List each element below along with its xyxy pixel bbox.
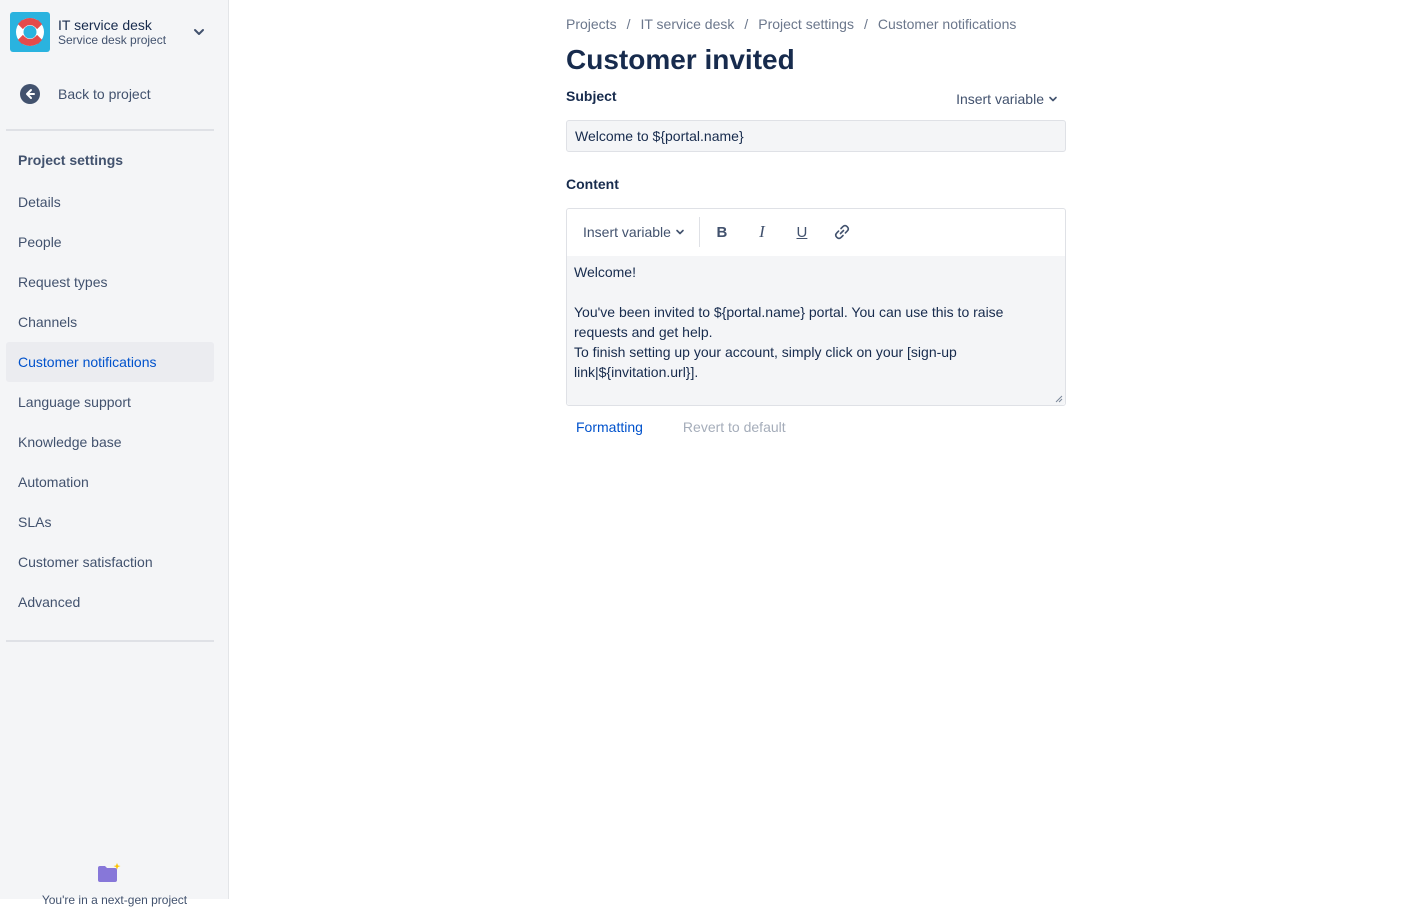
sidebar-item-language-support[interactable]: Language support [6,382,214,422]
project-sidebar: IT service desk Service desk project Bac… [0,0,229,907]
sidebar-item-request-types[interactable]: Request types [6,262,214,302]
editor-toolbar: Insert variable B I U [567,209,1065,255]
toolbar-insert-variable-label: Insert variable [583,224,671,240]
settings-nav: Details People Request types Channels Cu… [6,182,214,622]
section-title: Project settings [18,152,124,168]
underline-button[interactable]: U [786,216,818,248]
subject-input[interactable] [566,120,1066,152]
resize-handle-icon[interactable] [1055,395,1063,403]
next-gen-project-text: You're in a next-gen project [41,893,188,907]
sidebar-item-people[interactable]: People [6,222,214,262]
toolbar-insert-variable-dropdown[interactable]: Insert variable [575,216,693,248]
project-name: IT service desk [58,17,152,33]
sidebar-item-channels[interactable]: Channels [6,302,214,342]
sidebar-item-slas[interactable]: SLAs [6,502,214,542]
link-button[interactable] [826,216,858,248]
divider [6,129,214,131]
formatting-link[interactable]: Formatting [576,419,643,435]
toolbar-divider [698,217,700,247]
subject-insert-variable-dropdown[interactable]: Insert variable [956,91,1058,107]
breadcrumb-projects[interactable]: Projects [566,16,617,32]
back-to-project-link[interactable]: Back to project [18,82,151,106]
back-link-label: Back to project [58,86,151,102]
italic-button[interactable]: I [746,216,778,248]
chevron-down-icon [1049,96,1057,102]
breadcrumb-project-settings[interactable]: Project settings [758,16,854,32]
sidebar-item-knowledge-base[interactable]: Knowledge base [6,422,214,462]
breadcrumb-customer-notifications[interactable]: Customer notifications [878,16,1017,32]
page-title: Customer invited [566,44,795,75]
subject-label: Subject [566,88,617,104]
lifebuoy-icon [10,12,50,52]
content-editor: Insert variable B I U Welcome! You've be… [566,208,1066,406]
sidebar-item-customer-satisfaction[interactable]: Customer satisfaction [6,542,214,582]
sidebar-item-details[interactable]: Details [6,182,214,222]
chevron-down-icon [676,229,684,235]
divider [6,640,214,642]
content-label: Content [566,176,619,192]
arrow-left-icon [20,84,40,104]
revert-to-default-link[interactable]: Revert to default [683,419,786,435]
project-switcher[interactable]: IT service desk Service desk project [10,12,216,52]
link-icon [834,224,850,240]
bold-button[interactable]: B [706,216,738,248]
sidebar-item-customer-notifications[interactable]: Customer notifications [6,342,214,382]
breadcrumb-it-service-desk[interactable]: IT service desk [640,16,734,32]
project-type: Service desk project [58,33,167,47]
sidebar-item-advanced[interactable]: Advanced [6,582,214,622]
breadcrumb: Projects / IT service desk / Project setting… [566,16,1017,32]
editor-footer: Formatting Revert to default [576,419,786,435]
folder-sparkle-icon [98,863,121,882]
sidebar-item-automation[interactable]: Automation [6,462,214,502]
chevron-down-icon[interactable] [190,23,208,41]
insert-variable-label: Insert variable [956,91,1044,107]
content-textarea[interactable]: Welcome! You've been invited to ${portal… [567,256,1065,405]
